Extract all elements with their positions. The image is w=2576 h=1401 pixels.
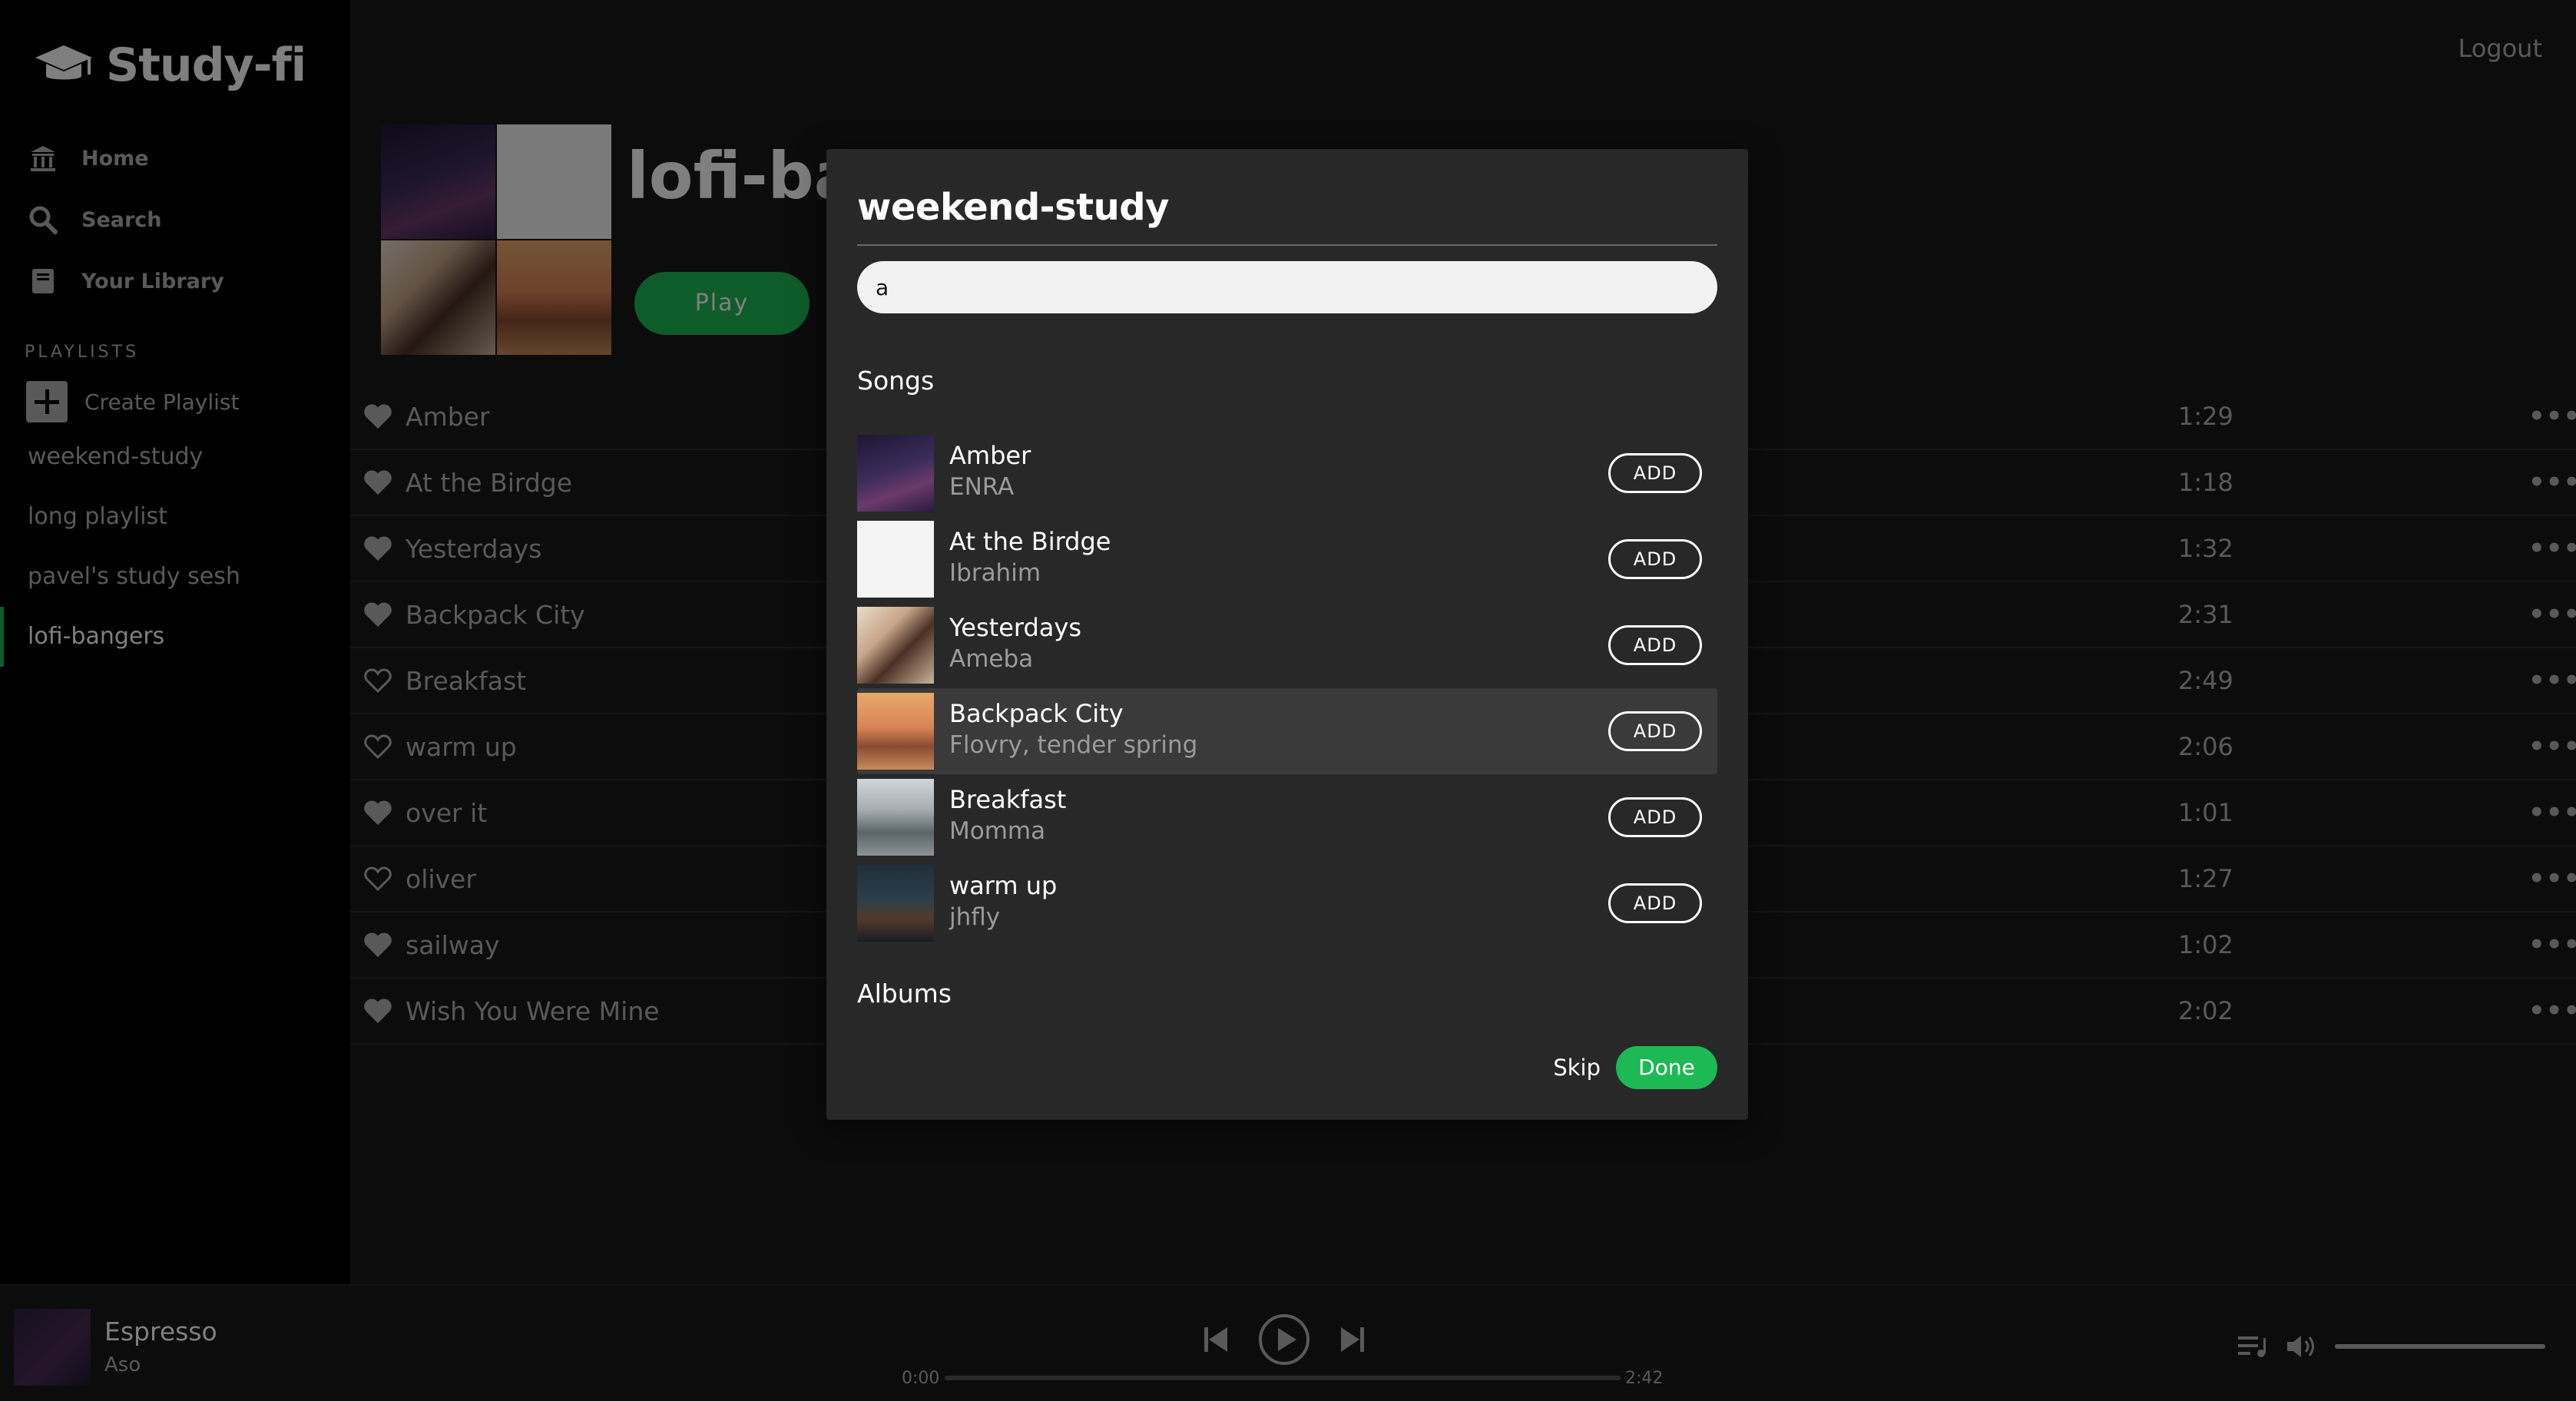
song-thumbnail — [857, 435, 934, 512]
song-artist: jhfly — [949, 903, 1001, 931]
app-root: Study-fi Home Search — [0, 0, 2576, 1401]
albums-heading: Albums — [857, 979, 952, 1009]
song-result-row[interactable]: Backpack City Flovry, tender spring ADD — [857, 688, 1717, 774]
add-song-button[interactable]: ADD — [1608, 711, 1702, 751]
song-search-input[interactable] — [857, 261, 1717, 313]
song-artist: Momma — [949, 817, 1046, 845]
song-result-row[interactable]: Amber ENRA ADD — [857, 430, 1717, 516]
song-title: Amber — [949, 441, 1031, 470]
skip-button[interactable]: Skip — [1553, 1055, 1601, 1081]
song-results: Amber ENRA ADD At the Birdge Ibrahim ADD Yeste… — [857, 430, 1717, 946]
song-title: warm up — [949, 871, 1058, 900]
song-artist: Ibrahim — [949, 559, 1041, 587]
song-artist: Ameba — [949, 645, 1034, 673]
add-songs-modal: weekend-study Songs AmberENRAADDAt the B… — [826, 149, 1748, 1120]
song-thumbnail — [857, 521, 934, 598]
song-result-row[interactable]: At the Birdge Ibrahim ADD — [857, 516, 1717, 602]
song-thumbnail — [857, 865, 934, 942]
song-title: Breakfast — [949, 785, 1067, 814]
add-song-button[interactable]: ADD — [1608, 539, 1702, 579]
song-title: Yesterdays — [949, 613, 1082, 642]
add-song-button[interactable]: ADD — [1608, 883, 1702, 923]
song-result-row[interactable]: warm up jhfly ADD — [857, 860, 1717, 946]
song-thumbnail — [857, 693, 934, 770]
add-song-button[interactable]: ADD — [1608, 453, 1702, 493]
song-thumbnail — [857, 779, 934, 856]
modal-title: weekend-study — [857, 186, 1169, 229]
song-thumbnail — [857, 607, 934, 684]
song-artist: ENRA — [949, 473, 1015, 501]
add-song-button[interactable]: ADD — [1608, 625, 1702, 665]
song-result-row[interactable]: Yesterdays Ameba ADD — [857, 602, 1717, 688]
song-title: Backpack City — [949, 699, 1124, 728]
add-song-button[interactable]: ADD — [1608, 797, 1702, 837]
modal-footer: Skip Done — [1553, 1046, 1717, 1089]
modal-divider — [857, 244, 1717, 246]
song-artist: Flovry, tender spring — [949, 731, 1198, 759]
song-title: At the Birdge — [949, 527, 1111, 556]
done-button[interactable]: Done — [1616, 1046, 1717, 1089]
song-result-row[interactable]: Breakfast Momma ADD — [857, 774, 1717, 860]
songs-heading: Songs — [857, 366, 935, 396]
